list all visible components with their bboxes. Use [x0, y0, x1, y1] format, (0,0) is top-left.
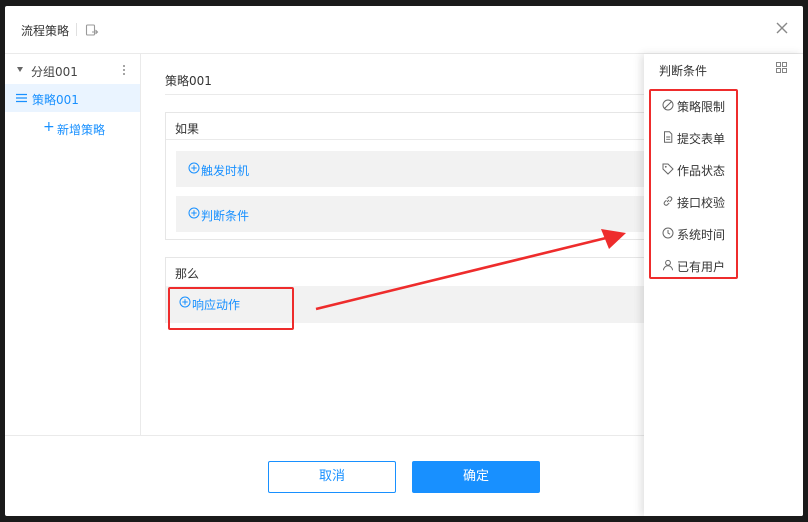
more-vertical-icon[interactable]	[122, 64, 126, 76]
divider	[165, 94, 644, 95]
export-icon[interactable]	[85, 23, 99, 37]
annotation-box-conditions	[649, 89, 738, 279]
caret-down-icon[interactable]	[17, 67, 23, 72]
dialog-header: 流程策略	[5, 6, 803, 54]
close-icon[interactable]	[773, 19, 791, 37]
plus-circle-icon	[188, 207, 200, 219]
add-strategy-label: 新增策略	[57, 123, 106, 137]
if-section: 如果 触发时机 判断条件	[165, 112, 645, 240]
confirm-button[interactable]: 确定	[412, 461, 540, 493]
group-label: 分组001	[31, 65, 78, 79]
strategy-name: 策略001	[165, 74, 212, 88]
divider	[166, 139, 645, 140]
annotation-box-action	[168, 287, 294, 330]
list-icon	[16, 93, 27, 103]
plus-circle-icon	[188, 162, 200, 174]
strategy-editor: 策略001 如果 触发时机 判断条件 那么 响应动作	[142, 54, 645, 435]
dialog-footer: 取消 确定	[5, 435, 644, 516]
plus-icon: +	[43, 119, 55, 135]
strategy-label: 策略001	[32, 93, 79, 107]
cancel-button[interactable]: 取消	[268, 461, 396, 493]
tree-item-strategy[interactable]: 策略001	[5, 84, 140, 112]
add-condition-label: 判断条件	[201, 209, 250, 223]
title-divider	[76, 23, 77, 36]
add-condition-button[interactable]: 判断条件	[176, 196, 645, 232]
grid-icon[interactable]	[776, 62, 787, 73]
add-trigger-button[interactable]: 触发时机	[176, 151, 645, 187]
dialog-title: 流程策略	[21, 24, 70, 38]
add-trigger-label: 触发时机	[201, 164, 250, 178]
strategy-tree: 分组001 策略001 + 新增策略	[5, 54, 141, 435]
panel-title: 判断条件	[659, 64, 708, 78]
if-title: 如果	[175, 122, 200, 136]
then-title: 那么	[175, 267, 200, 281]
tree-group-row[interactable]: 分组001	[5, 58, 140, 82]
